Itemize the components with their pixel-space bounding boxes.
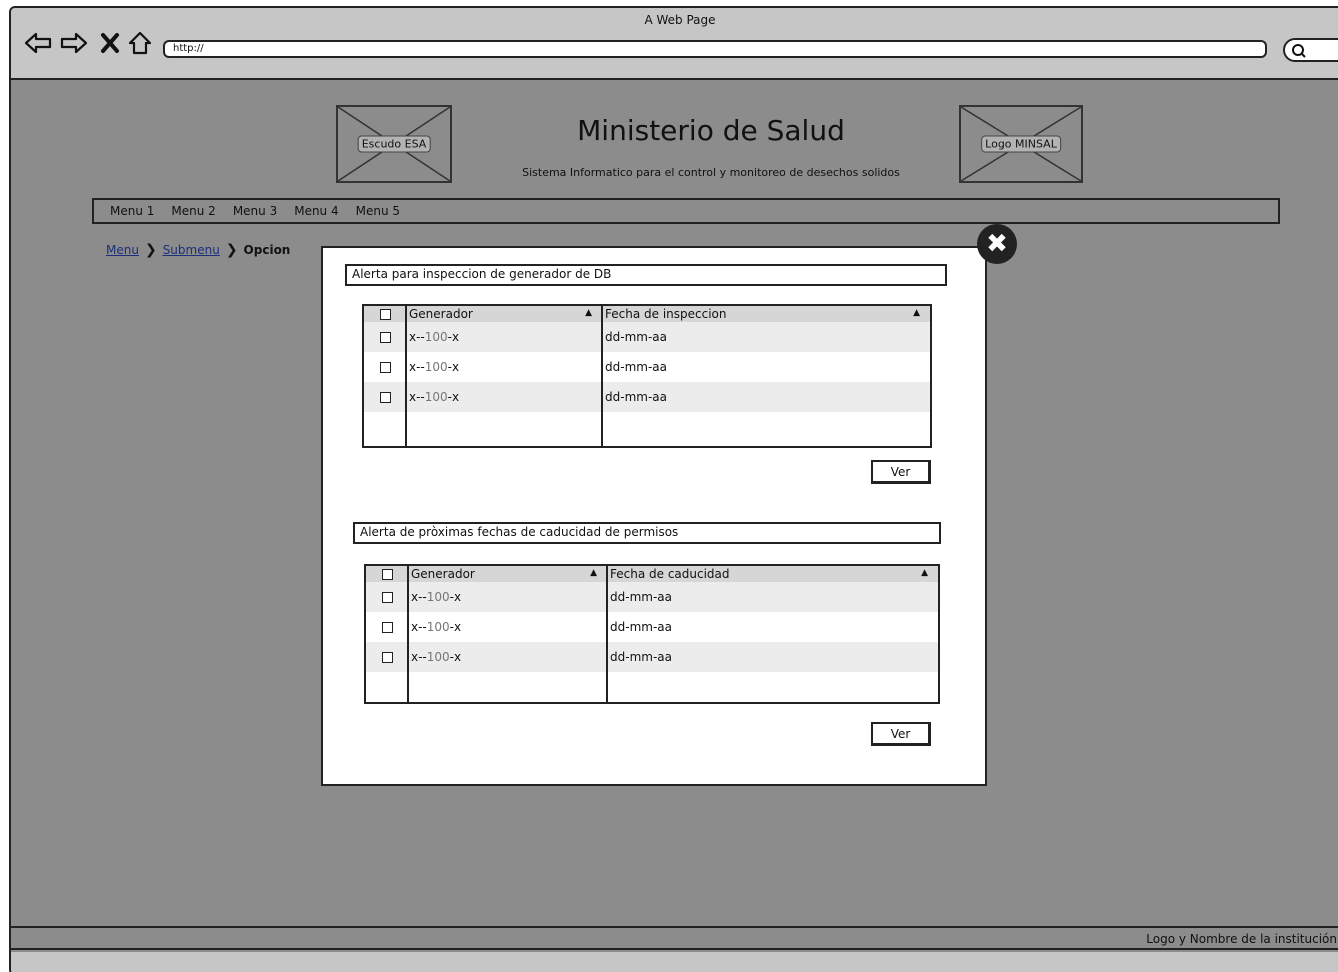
inspection-table: Generador ▲ Fecha de inspeccion ▲ x-- 100 -x…	[362, 304, 932, 448]
search-icon	[1292, 44, 1306, 58]
sort-arrow-icon: ▲	[913, 308, 920, 318]
table-row[interactable]: x-- 100 -x dd-mm-aa	[366, 582, 938, 612]
page-content: Escudo ESA Ministerio de Salud Sistema I…	[11, 80, 1338, 972]
breadcrumb: Menu ❯ Submenu ❯ Opcion	[106, 242, 290, 258]
home-icon[interactable]	[125, 30, 155, 56]
section-2-title: Alerta de pròximas fechas de caducidad d…	[353, 522, 941, 544]
select-all-checkbox[interactable]	[379, 308, 391, 320]
footer: Logo y Nombre de la institución	[11, 926, 1338, 950]
column-header-fecha[interactable]: Fecha de caducidad ▲	[607, 566, 938, 582]
browser-window: A Web Page http:// Escudo ESA Ministerio…	[9, 6, 1338, 972]
browser-chrome: A Web Page http://	[11, 8, 1338, 80]
ver-button-section-1[interactable]: Ver	[871, 460, 931, 484]
row-checkbox[interactable]	[381, 651, 393, 663]
chevron-right-icon: ❯	[144, 242, 157, 258]
menu-item-5[interactable]: Menu 5	[356, 204, 400, 218]
sort-arrow-icon: ▲	[590, 568, 597, 578]
row-checkbox[interactable]	[381, 591, 393, 603]
footer-text: Logo y Nombre de la institución	[1146, 932, 1337, 946]
breadcrumb-menu-link[interactable]: Menu	[106, 243, 139, 257]
logo-minsal-placeholder: Logo MINSAL	[959, 105, 1083, 183]
breadcrumb-submenu-link[interactable]: Submenu	[163, 243, 220, 257]
column-header-generador[interactable]: Generador ▲	[406, 306, 602, 322]
table-row[interactable]: x-- 100 -x dd-mm-aa	[364, 352, 930, 382]
column-header-fecha[interactable]: Fecha de inspeccion ▲	[602, 306, 930, 322]
section-1-title: Alerta para inspeccion de generador de D…	[345, 264, 947, 286]
select-all-checkbox[interactable]	[381, 568, 393, 580]
stop-close-icon[interactable]	[95, 30, 125, 56]
menu-item-1[interactable]: Menu 1	[110, 204, 154, 218]
row-checkbox[interactable]	[381, 621, 393, 633]
page-title: Ministerio de Salud	[577, 114, 845, 147]
table-row[interactable]: x-- 100 -x dd-mm-aa	[366, 612, 938, 642]
page-subtitle: Sistema Informatico para el control y mo…	[522, 166, 900, 179]
status-bar	[11, 952, 1338, 972]
expiry-table: Generador ▲ Fecha de caducidad ▲ x-- 100 -x …	[364, 564, 940, 704]
browser-search-box[interactable]	[1283, 38, 1338, 62]
window-title: A Web Page	[644, 13, 716, 27]
sort-arrow-icon: ▲	[921, 568, 928, 578]
main-menu: Menu 1 Menu 2 Menu 3 Menu 4 Menu 5	[92, 198, 1280, 224]
table-row[interactable]: x-- 100 -x dd-mm-aa	[366, 642, 938, 672]
ver-button-section-2[interactable]: Ver	[871, 722, 931, 746]
menu-item-3[interactable]: Menu 3	[233, 204, 277, 218]
menu-item-2[interactable]: Menu 2	[171, 204, 215, 218]
row-checkbox[interactable]	[379, 361, 391, 373]
table-row[interactable]: x-- 100 -x dd-mm-aa	[364, 322, 930, 352]
alerts-modal: Alerta para inspeccion de generador de D…	[321, 246, 987, 786]
row-checkbox[interactable]	[379, 391, 391, 403]
column-header-generador[interactable]: Generador ▲	[408, 566, 607, 582]
chevron-right-icon: ❯	[225, 242, 238, 258]
sort-arrow-icon: ▲	[585, 308, 592, 318]
logo-minsal-label: Logo MINSAL	[981, 135, 1061, 153]
table-header: Generador ▲ Fecha de inspeccion ▲	[364, 306, 930, 322]
breadcrumb-current: Opcion	[243, 243, 291, 257]
close-modal-icon[interactable]: ✖	[977, 224, 1017, 264]
table-row[interactable]: x-- 100 -x dd-mm-aa	[364, 382, 930, 412]
menu-item-4[interactable]: Menu 4	[294, 204, 338, 218]
address-bar[interactable]: http://	[163, 40, 1267, 58]
forward-arrow-icon[interactable]	[59, 30, 89, 56]
back-arrow-icon[interactable]	[23, 30, 53, 56]
table-header: Generador ▲ Fecha de caducidad ▲	[366, 566, 938, 582]
row-checkbox[interactable]	[379, 331, 391, 343]
